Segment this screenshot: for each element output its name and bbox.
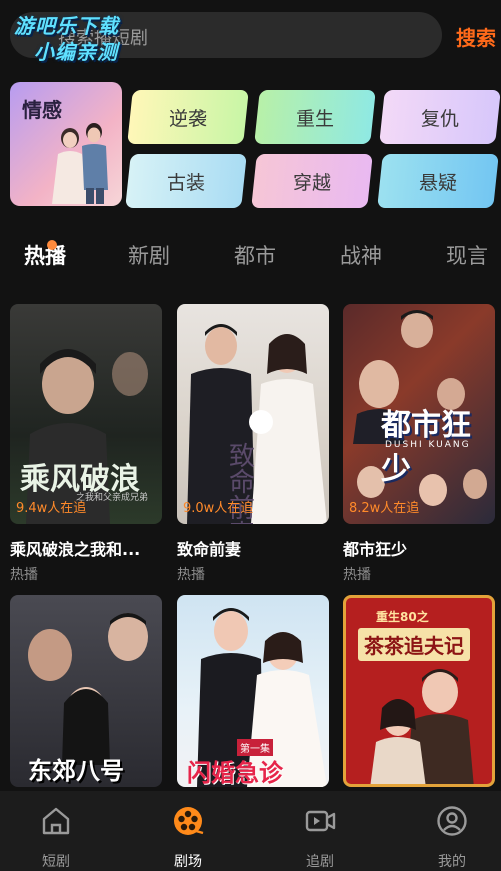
couple-illustration — [52, 123, 108, 204]
watermark-line2: 小编亲测 — [34, 40, 118, 64]
category-chip[interactable]: 古装 — [125, 154, 247, 208]
drama-poster[interactable]: 致命前妻 9.0w人在追 — [177, 304, 329, 524]
watchers-count: 8.2w人在追 — [349, 501, 420, 516]
category-chip[interactable]: 重生 — [254, 90, 376, 144]
drama-poster[interactable]: 乘风破浪 之我和父亲成兄弟 9.4w人在追 — [10, 304, 162, 524]
poster-subtitle: DUSHI KUANG — [385, 440, 471, 450]
category-chip-label: 重生 — [295, 107, 334, 130]
category-chip[interactable]: 复仇 — [379, 90, 501, 144]
category-emotion-label: 情感 — [22, 98, 62, 122]
tab-hot-indicator — [47, 240, 57, 250]
poster-subtitle: 重生80之 — [376, 610, 429, 624]
nav-label: 短剧 — [42, 854, 70, 870]
video-camera-icon — [305, 810, 336, 832]
drama-poster[interactable]: 第一集 闪婚急诊 — [177, 595, 329, 787]
tab-hot[interactable]: 热播 — [24, 240, 66, 270]
nav-label: 剧场 — [174, 854, 202, 870]
film-reel-icon — [174, 807, 204, 835]
drama-poster[interactable]: 东郊八号 — [10, 595, 162, 787]
drama-title: 都市狂少 — [343, 540, 408, 559]
nav-item-following[interactable]: 追剧 — [280, 791, 360, 871]
poster-title: 茶茶追夫记 — [358, 628, 470, 661]
drama-poster[interactable]: 都市狂少 DUSHI KUANG 8.2w人在追 — [343, 304, 495, 524]
drama-tag: 热播 — [10, 567, 38, 583]
nav-item-theater[interactable]: 剧场 — [148, 791, 228, 871]
category-chip-label: 复仇 — [420, 107, 459, 130]
search-button[interactable]: 搜索 — [456, 22, 496, 51]
drama-tag: 热播 — [343, 567, 371, 583]
category-chip-label: 古装 — [166, 171, 205, 194]
drama-title: 乘风破浪之我和... — [10, 540, 141, 559]
category-chip[interactable]: 穿越 — [251, 154, 373, 208]
nav-label: 我的 — [438, 854, 466, 870]
poster-title: 闪婚急诊 — [187, 759, 283, 787]
drama-poster[interactable]: 重生80之 茶茶追夫记 — [343, 595, 495, 787]
nav-label: 追剧 — [306, 854, 334, 870]
category-chip[interactable]: 逆袭 — [127, 90, 249, 144]
tab-new[interactable]: 新剧 — [128, 240, 170, 270]
header: 搜索播短剧 游吧乐下载 小编亲测 搜索 — [0, 0, 501, 72]
category-emotion[interactable]: 情感 — [10, 82, 122, 206]
tab-war-god[interactable]: 战神 — [340, 240, 382, 270]
category-chip-label: 穿越 — [292, 171, 331, 194]
drama-title: 致命前妻 — [177, 540, 242, 559]
watermark-line1: 游吧乐下载 — [14, 14, 119, 38]
nav-item-profile[interactable]: 我的 — [412, 791, 492, 871]
nav-item-short-drama[interactable]: 短剧 — [16, 791, 96, 871]
poster-subtitle: 之我和父亲成兄弟 — [76, 493, 149, 503]
poster-title: 东郊八号 — [28, 757, 124, 785]
home-icon — [42, 807, 70, 835]
bottom-nav: 短剧 剧场 追剧 我的 — [0, 791, 501, 871]
tab-urban[interactable]: 都市 — [234, 240, 276, 270]
poster-art — [370, 669, 474, 784]
watchers-count: 9.4w人在追 — [16, 501, 87, 516]
user-icon — [437, 806, 467, 836]
watchers-count: 9.0w人在追 — [183, 501, 254, 516]
category-chip-label: 悬疑 — [418, 171, 457, 194]
category-chip[interactable]: 悬疑 — [377, 154, 499, 208]
drama-tag: 热播 — [177, 567, 205, 583]
category-chip-label: 逆袭 — [168, 107, 207, 130]
tab-romance[interactable]: 现言 — [446, 240, 488, 270]
watermark-logo: 游吧乐下载 小编亲测 — [10, 8, 150, 64]
